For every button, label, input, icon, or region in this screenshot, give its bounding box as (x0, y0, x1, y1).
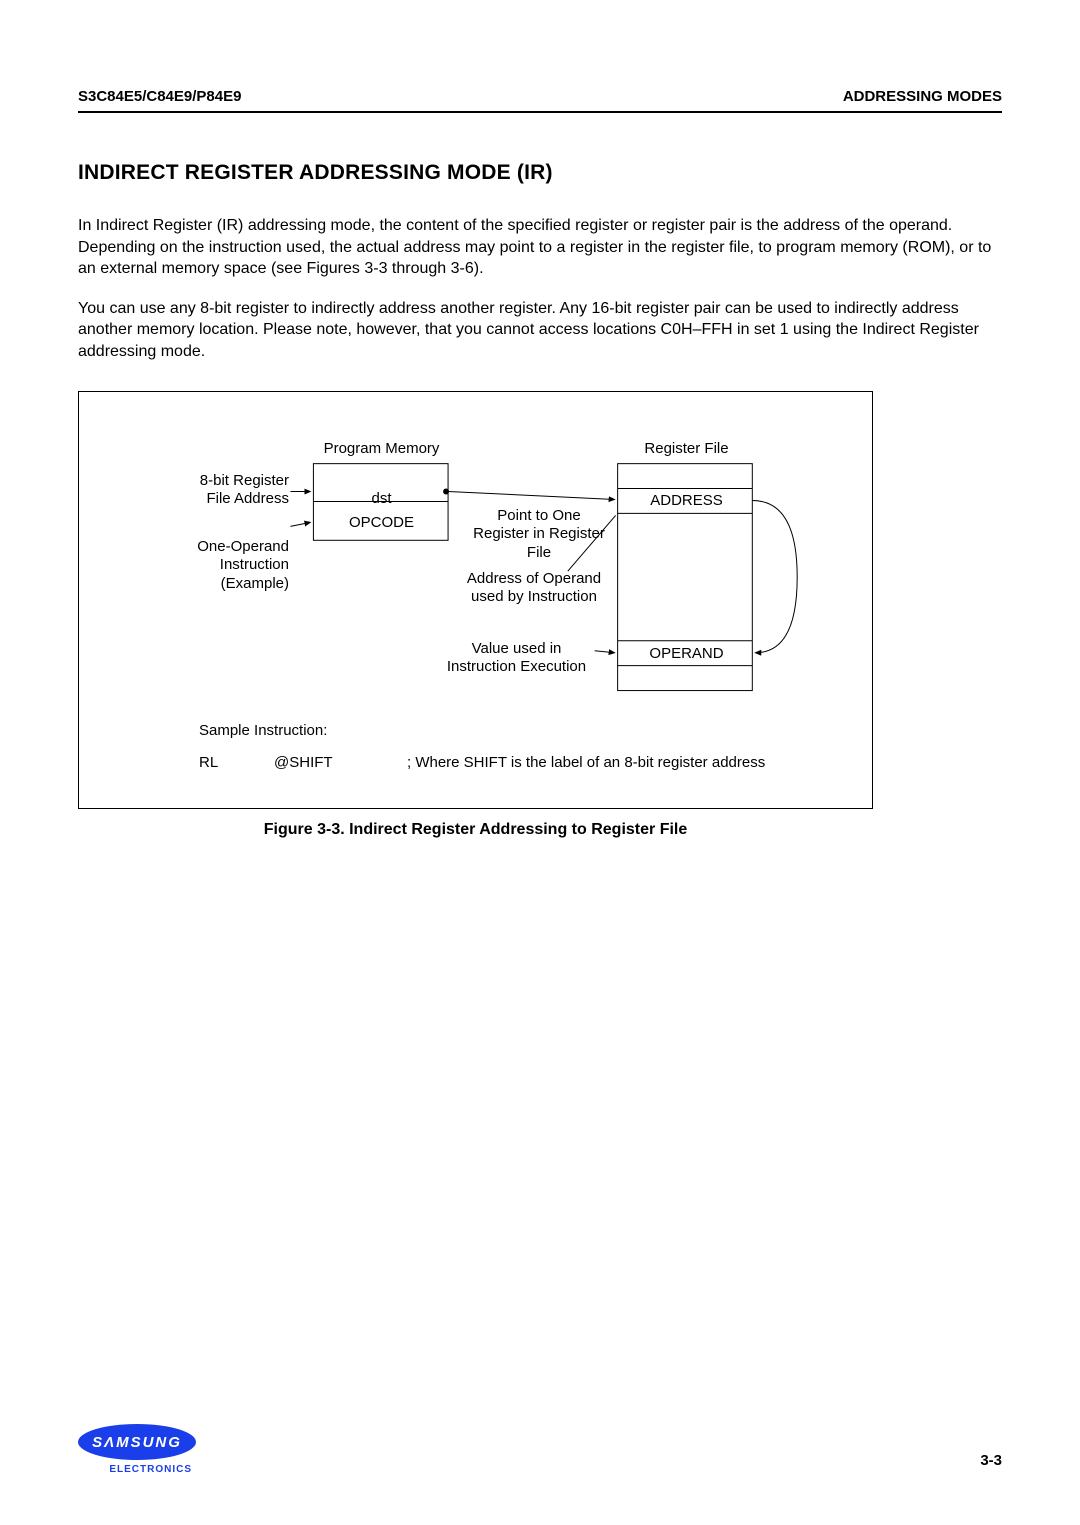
sample-comment: ; Where SHIFT is the label of an 8-bit r… (407, 754, 765, 773)
label-one-operand: One-Operand Instruction (Example) (139, 538, 289, 594)
header-rule (78, 111, 1002, 113)
figure-3-3: Program Memory Register File 8-bit Regis… (78, 391, 873, 809)
paragraph-1: In Indirect Register (IR) addressing mod… (78, 215, 1002, 280)
cell-address: ADDRESS (619, 492, 754, 511)
page-number: 3-3 (980, 1452, 1002, 1469)
paragraph-2: You can use any 8-bit register to indire… (78, 298, 1002, 363)
label-value-used: Value used in Instruction Execution (434, 640, 599, 678)
sample-shift: @SHIFT (274, 754, 333, 773)
header-left: S3C84E5/C84E9/P84E9 (78, 88, 241, 105)
samsung-logo-oval: SΛMSUNG (78, 1424, 196, 1460)
label-register-file: Register File (619, 440, 754, 459)
page-footer: SΛMSUNG ELECTRONICS 3-3 (78, 1424, 1002, 1477)
label-addr-of-operand: Address of Operand used by Instruction (449, 570, 619, 608)
cell-dst: dst (314, 490, 449, 509)
header-right: ADDRESSING MODES (843, 88, 1002, 105)
section-title: INDIRECT REGISTER ADDRESSING MODE (IR) (78, 161, 1002, 185)
cell-operand: OPERAND (619, 645, 754, 664)
label-point-to-one: Point to One Register in Register File (459, 507, 619, 563)
sample-instruction-label: Sample Instruction: (199, 722, 327, 741)
cell-opcode: OPCODE (314, 514, 449, 533)
sample-rl: RL (199, 754, 218, 773)
samsung-logo-sub: ELECTRONICS (78, 1464, 196, 1475)
label-program-memory: Program Memory (314, 440, 449, 459)
label-8bit-register: 8-bit Register File Address (139, 472, 289, 510)
samsung-logo: SΛMSUNG ELECTRONICS (78, 1424, 196, 1475)
figure-caption: Figure 3-3. Indirect Register Addressing… (78, 821, 873, 839)
